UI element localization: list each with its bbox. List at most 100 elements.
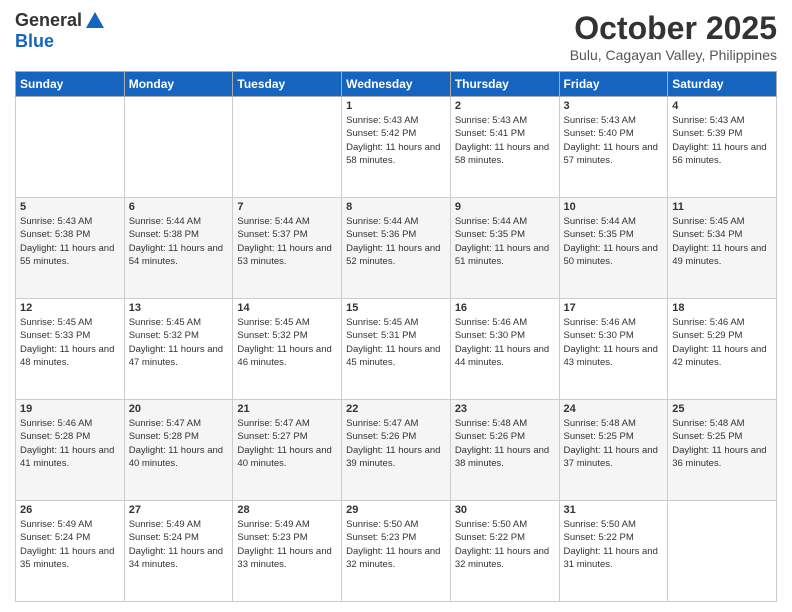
calendar-cell: 30 Sunrise: 5:50 AMSunset: 5:22 PMDayligh… [450,501,559,602]
sunrise-text: Sunrise: 5:48 AM [564,418,636,429]
day-number: 29 [346,504,446,516]
sunrise-text: Sunrise: 5:45 AM [20,317,92,328]
weekday-header-tuesday: Tuesday [233,72,342,97]
day-info: Sunrise: 5:49 AMSunset: 5:23 PMDaylight:… [237,518,337,571]
sunrise-text: Sunrise: 5:43 AM [455,115,527,126]
sunset-text: Sunset: 5:40 PM [564,128,634,139]
day-number: 2 [455,100,555,112]
day-info: Sunrise: 5:45 AMSunset: 5:34 PMDaylight:… [672,215,772,268]
sunset-text: Sunset: 5:27 PM [237,431,307,442]
logo-icon [84,10,106,32]
day-info: Sunrise: 5:46 AMSunset: 5:30 PMDaylight:… [564,316,664,369]
sunset-text: Sunset: 5:28 PM [129,431,199,442]
day-info: Sunrise: 5:48 AMSunset: 5:25 PMDaylight:… [564,417,664,470]
daylight-text: Daylight: 11 hours and 46 minutes. [237,344,331,368]
daylight-text: Daylight: 11 hours and 51 minutes. [455,243,549,267]
weekday-header-thursday: Thursday [450,72,559,97]
calendar-cell: 24Sunrise: 5:48 AMSunset: 5:25 PMDayligh… [559,400,668,501]
sunset-text: Sunset: 5:37 PM [237,229,307,240]
sunset-text: Sunset: 5:22 PM [455,532,525,543]
calendar-page: General Blue October 2025 Bulu, Cagayan … [0,0,792,612]
sunset-text: Sunset: 5:25 PM [672,431,742,442]
daylight-text: Daylight: 11 hours and 42 minutes. [672,344,766,368]
location: Bulu, Cagayan Valley, Philippines [570,47,777,63]
sunset-text: Sunset: 5:35 PM [564,229,634,240]
day-number: 21 [237,403,337,415]
sunrise-text: Sunrise: 5:46 AM [672,317,744,328]
header: General Blue October 2025 Bulu, Cagayan … [15,10,777,63]
day-number: 13 [129,302,229,314]
calendar-cell [16,97,125,198]
sunset-text: Sunset: 5:38 PM [20,229,90,240]
sunrise-text: Sunrise: 5:44 AM [455,216,527,227]
calendar-cell: 12Sunrise: 5:45 AMSunset: 5:33 PMDayligh… [16,299,125,400]
daylight-text: Daylight: 11 hours and 38 minutes. [455,445,549,469]
sunrise-text: Sunrise: 5:44 AM [346,216,418,227]
day-info: Sunrise: 5:49 AMSunset: 5:24 PMDaylight:… [20,518,120,571]
sunset-text: Sunset: 5:42 PM [346,128,416,139]
calendar-cell: 7Sunrise: 5:44 AMSunset: 5:37 PMDaylight… [233,198,342,299]
sunrise-text: Sunrise: 5:43 AM [346,115,418,126]
week-row-1: 1Sunrise: 5:43 AMSunset: 5:42 PMDaylight… [16,97,777,198]
daylight-text: Daylight: 11 hours and 57 minutes. [564,142,658,166]
calendar-cell [233,97,342,198]
day-info: Sunrise: 5:49 AMSunset: 5:24 PMDaylight:… [129,518,229,571]
sunset-text: Sunset: 5:32 PM [237,330,307,341]
daylight-text: Daylight: 11 hours and 36 minutes. [672,445,766,469]
daylight-text: Daylight: 11 hours and 43 minutes. [564,344,658,368]
daylight-text: Daylight: 11 hours and 56 minutes. [672,142,766,166]
weekday-header-sunday: Sunday [16,72,125,97]
sunrise-text: Sunrise: 5:43 AM [564,115,636,126]
day-number: 17 [564,302,664,314]
sunrise-text: Sunrise: 5:48 AM [672,418,744,429]
calendar-cell: 3Sunrise: 5:43 AMSunset: 5:40 PMDaylight… [559,97,668,198]
calendar-cell: 14Sunrise: 5:45 AMSunset: 5:32 PMDayligh… [233,299,342,400]
calendar-cell: 25Sunrise: 5:48 AMSunset: 5:25 PMDayligh… [668,400,777,501]
sunset-text: Sunset: 5:30 PM [455,330,525,341]
daylight-text: Daylight: 11 hours and 52 minutes. [346,243,440,267]
logo-general: General [15,10,82,30]
day-info: Sunrise: 5:47 AMSunset: 5:28 PMDaylight:… [129,417,229,470]
day-info: Sunrise: 5:50 AMSunset: 5:22 PMDaylight:… [564,518,664,571]
day-number: 30 [455,504,555,516]
day-info: Sunrise: 5:44 AMSunset: 5:37 PMDaylight:… [237,215,337,268]
sunset-text: Sunset: 5:22 PM [564,532,634,543]
day-info: Sunrise: 5:50 AMSunset: 5:22 PMDaylight:… [455,518,555,571]
day-number: 10 [564,201,664,213]
sunrise-text: Sunrise: 5:46 AM [20,418,92,429]
sunrise-text: Sunrise: 5:47 AM [346,418,418,429]
day-info: Sunrise: 5:44 AMSunset: 5:36 PMDaylight:… [346,215,446,268]
calendar-cell: 15Sunrise: 5:45 AMSunset: 5:31 PMDayligh… [342,299,451,400]
calendar-cell: 13Sunrise: 5:45 AMSunset: 5:32 PMDayligh… [124,299,233,400]
calendar-cell: 10Sunrise: 5:44 AMSunset: 5:35 PMDayligh… [559,198,668,299]
sunrise-text: Sunrise: 5:46 AM [455,317,527,328]
sunset-text: Sunset: 5:24 PM [129,532,199,543]
weekday-header-row: SundayMondayTuesdayWednesdayThursdayFrid… [16,72,777,97]
day-info: Sunrise: 5:43 AMSunset: 5:39 PMDaylight:… [672,114,772,167]
sunset-text: Sunset: 5:32 PM [129,330,199,341]
day-info: Sunrise: 5:46 AMSunset: 5:28 PMDaylight:… [20,417,120,470]
day-info: Sunrise: 5:45 AMSunset: 5:32 PMDaylight:… [237,316,337,369]
sunset-text: Sunset: 5:38 PM [129,229,199,240]
sunset-text: Sunset: 5:26 PM [346,431,416,442]
day-number: 9 [455,201,555,213]
day-number: 22 [346,403,446,415]
weekday-header-wednesday: Wednesday [342,72,451,97]
calendar-cell: 16Sunrise: 5:46 AMSunset: 5:30 PMDayligh… [450,299,559,400]
sunrise-text: Sunrise: 5:43 AM [20,216,92,227]
day-info: Sunrise: 5:43 AMSunset: 5:42 PMDaylight:… [346,114,446,167]
calendar-cell [124,97,233,198]
daylight-text: Daylight: 11 hours and 32 minutes. [346,546,440,570]
sunrise-text: Sunrise: 5:47 AM [237,418,309,429]
day-number: 6 [129,201,229,213]
day-number: 28 [237,504,337,516]
sunset-text: Sunset: 5:24 PM [20,532,90,543]
sunrise-text: Sunrise: 5:45 AM [346,317,418,328]
calendar-cell [668,501,777,602]
calendar-cell: 17 Sunrise: 5:46 AMSunset: 5:30 PMDayligh… [559,299,668,400]
day-info: Sunrise: 5:45 AMSunset: 5:33 PMDaylight:… [20,316,120,369]
sunset-text: Sunset: 5:39 PM [672,128,742,139]
calendar-cell: 22 Sunrise: 5:47 AM Sunset: 5:26 PM Dayligh… [342,400,451,501]
day-info: Sunrise: 5:48 AM Sunset: 5:25 PM Daylight:… [672,417,772,470]
daylight-text: Daylight: 11 hours and 39 minutes. [346,445,440,469]
